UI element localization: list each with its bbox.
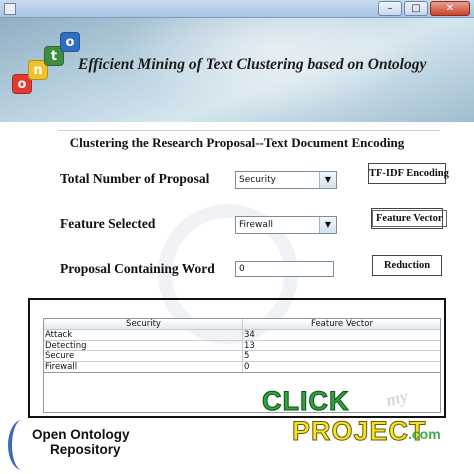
table-row[interactable]: Secure 5 bbox=[44, 351, 440, 362]
app-icon bbox=[4, 3, 16, 15]
brand-project-text: PROJECT bbox=[292, 416, 427, 447]
table-cell-term: Detecting bbox=[45, 340, 87, 350]
header-separator bbox=[58, 130, 440, 131]
oor-logo: Open Ontology Repository bbox=[2, 418, 202, 474]
brand-click-text: CLICK bbox=[262, 386, 350, 417]
table-header-row: Security Feature Vector bbox=[44, 319, 440, 330]
table-cell-term: Attack bbox=[45, 330, 73, 340]
table-row[interactable]: Detecting 13 bbox=[44, 340, 440, 351]
feature-selected-select[interactable]: Firewall ▼ bbox=[235, 216, 337, 234]
minimize-button[interactable]: – bbox=[378, 1, 402, 16]
brand-my-text: my bbox=[383, 385, 411, 411]
total-proposal-select[interactable]: Security ▼ bbox=[235, 171, 337, 189]
brand-com-text: .com bbox=[408, 426, 441, 442]
reduction-button[interactable]: Reduction bbox=[372, 255, 442, 276]
feature-vector-button-label: Feature Vector bbox=[372, 210, 447, 227]
logo-piece-o2: o bbox=[60, 32, 80, 52]
onto-logo: o n t o bbox=[6, 24, 82, 104]
total-proposal-label: Total Number of Proposal bbox=[60, 171, 210, 186]
feature-vector-table[interactable]: Security Feature Vector Attack 34 Detect… bbox=[43, 318, 441, 373]
close-button[interactable]: ✕ bbox=[430, 1, 470, 16]
clickmyproject-logo: CLICK my PROJECT .com bbox=[258, 386, 472, 456]
column-header-feature-vector[interactable]: Feature Vector bbox=[242, 319, 440, 329]
table-row[interactable]: Attack 34 bbox=[44, 330, 440, 341]
chevron-down-icon[interactable]: ▼ bbox=[319, 172, 336, 188]
table-cell-value: 13 bbox=[242, 340, 440, 350]
app-title: Efficient Mining of Text Clustering base… bbox=[78, 56, 427, 73]
proposal-word-input[interactable]: 0 bbox=[235, 261, 334, 277]
oor-logo-line2: Repository bbox=[50, 442, 121, 457]
total-proposal-select-value: Security bbox=[239, 175, 276, 185]
proposal-word-label: Proposal Containing Word bbox=[60, 261, 215, 276]
table-cell-value: 5 bbox=[242, 351, 440, 361]
table-cell-value: 34 bbox=[242, 330, 440, 340]
maximize-button[interactable]: □ bbox=[404, 1, 428, 16]
window-titlebar[interactable]: – □ ✕ bbox=[0, 0, 474, 18]
oor-logo-line1: Open Ontology bbox=[32, 427, 130, 442]
table-cell-term: Secure bbox=[45, 351, 75, 361]
column-header-security[interactable]: Security bbox=[44, 319, 242, 329]
feature-vector-button[interactable]: Feature Vector bbox=[371, 208, 447, 229]
window-controls: – □ ✕ bbox=[378, 1, 470, 17]
section-title: Clustering the Research Proposal--Text D… bbox=[69, 135, 405, 150]
feature-selected-label: Feature Selected bbox=[60, 216, 156, 231]
tfidf-encoding-button[interactable]: TF-IDF Encoding bbox=[368, 163, 449, 184]
feature-selected-select-value: Firewall bbox=[239, 220, 273, 230]
chevron-down-icon[interactable]: ▼ bbox=[319, 217, 336, 233]
